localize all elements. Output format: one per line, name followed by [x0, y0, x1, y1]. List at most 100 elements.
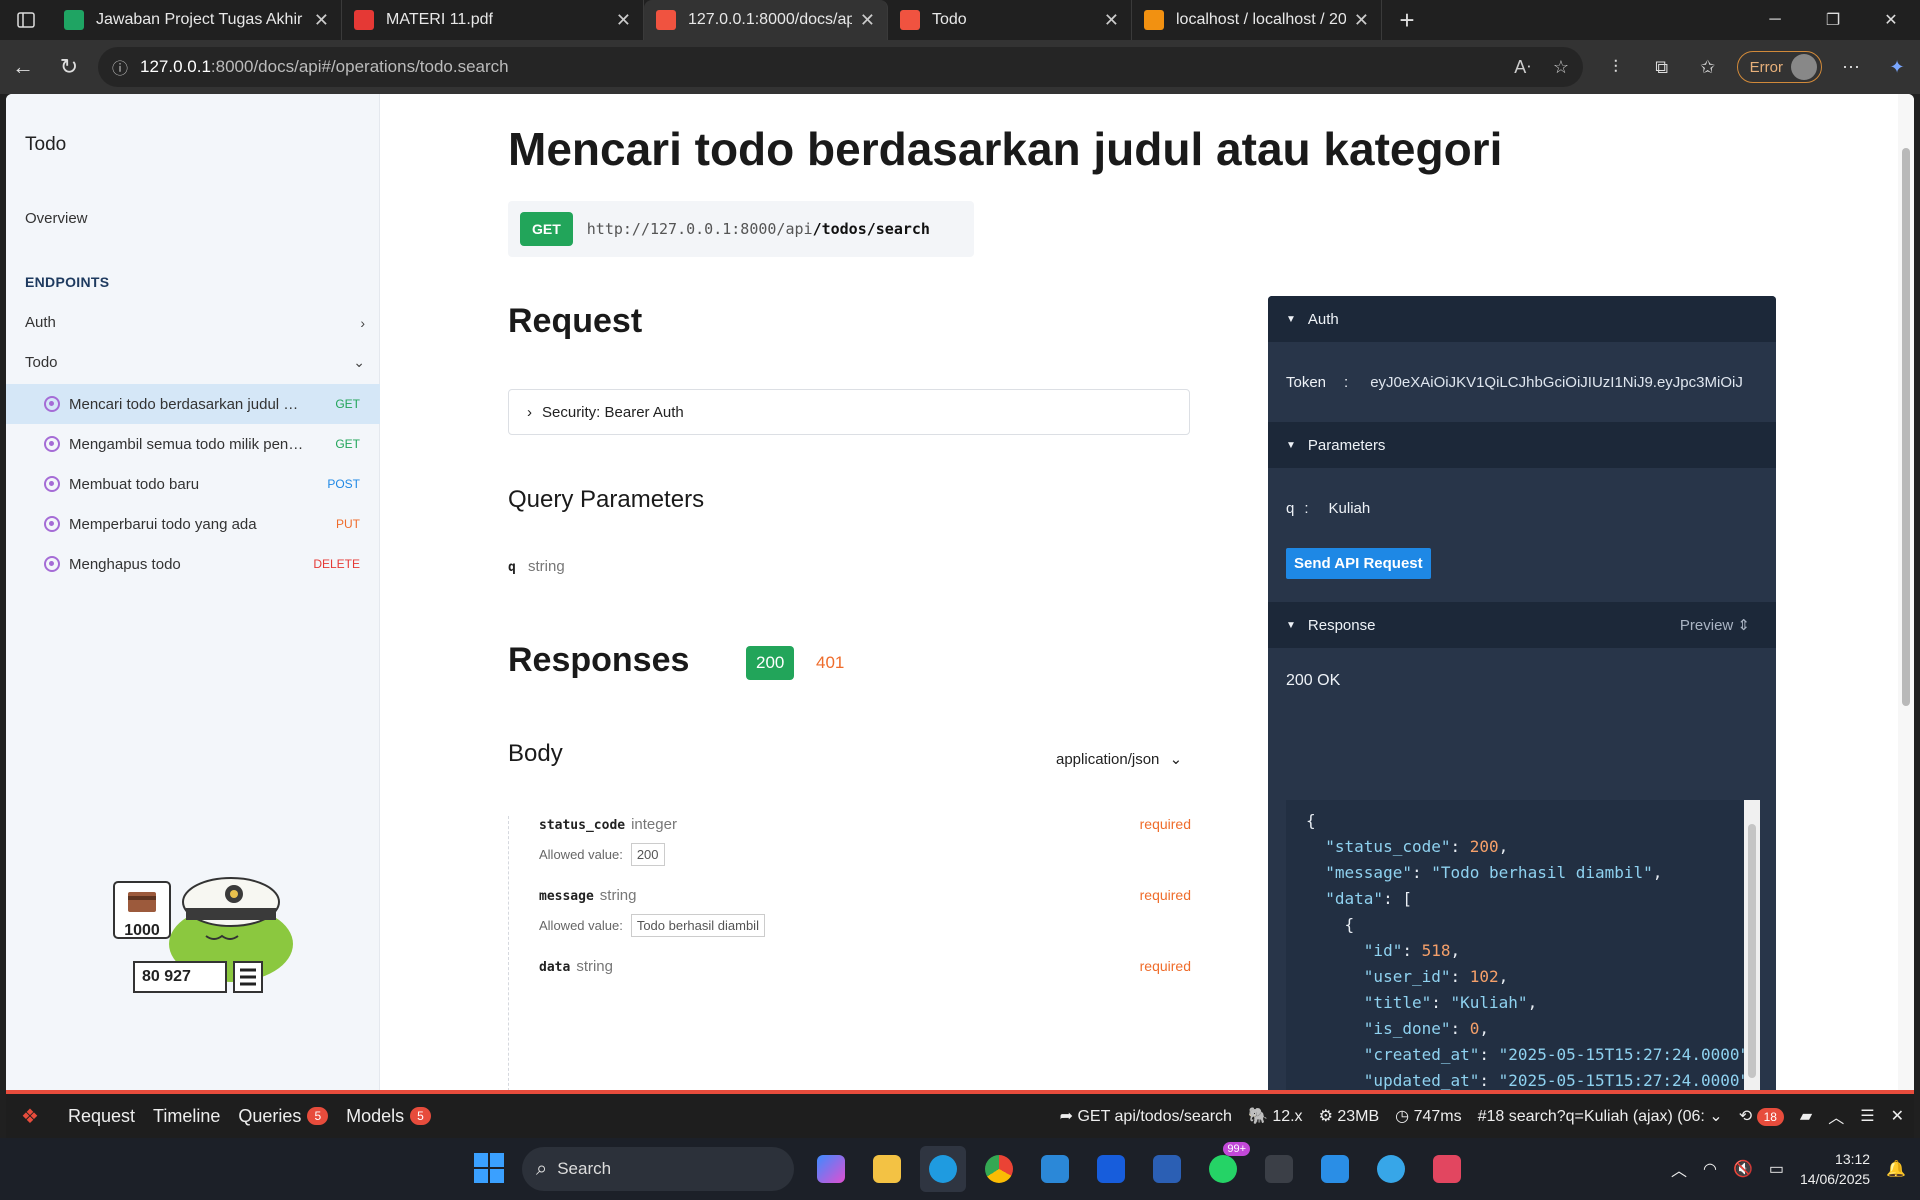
- endpoint-target-icon: [44, 396, 60, 412]
- reload-button[interactable]: ↻: [46, 47, 92, 87]
- new-tab-button[interactable]: +: [1382, 0, 1432, 40]
- more-menu-icon[interactable]: ⋯: [1828, 57, 1874, 78]
- history-count: 18: [1756, 1108, 1784, 1126]
- notifications-icon[interactable]: 🔔: [1886, 1159, 1906, 1179]
- close-tab-icon[interactable]: ✕: [860, 10, 875, 31]
- sidebar-endpoint[interactable]: Membuat todo baru POST: [6, 464, 380, 504]
- store-icon[interactable]: [1032, 1146, 1078, 1192]
- back-button[interactable]: ←: [0, 47, 46, 87]
- request-selector[interactable]: #18 search?q=Kuliah (ajax) (06: ⌄: [1478, 1106, 1723, 1126]
- start-button[interactable]: [474, 1153, 504, 1183]
- minimize-debugbar-icon[interactable]: ︿: [1828, 1104, 1844, 1128]
- browser-tab[interactable]: MATERI 11.pdf ✕: [342, 0, 644, 40]
- token-input[interactable]: eyJ0eXAiOiJKV1QiLCJhbGciOiJIUzI1NiJ9.eyJ…: [1370, 374, 1744, 391]
- endpoint-target-icon: [44, 476, 60, 492]
- duration-text: 747ms: [1413, 1108, 1462, 1125]
- auth-section-header[interactable]: ▼ Auth: [1268, 296, 1776, 342]
- file-explorer-icon[interactable]: [864, 1146, 910, 1192]
- word-icon[interactable]: [1144, 1146, 1190, 1192]
- debugbar-tab-timeline[interactable]: Timeline: [153, 1106, 220, 1127]
- json-scrollbar[interactable]: [1744, 800, 1760, 1092]
- vscode-icon[interactable]: [1312, 1146, 1358, 1192]
- read-aloud-icon[interactable]: Aᐧ: [1514, 57, 1531, 78]
- favorites-icon[interactable]: ✩: [1685, 57, 1731, 78]
- close-tab-icon[interactable]: ✕: [1354, 10, 1369, 31]
- sidebar-endpoint[interactable]: Mencari todo berdasarkan judul atau kate…: [6, 384, 380, 424]
- json-line: "data": [: [1325, 889, 1412, 908]
- volume-muted-icon[interactable]: 🔇: [1733, 1159, 1753, 1179]
- extensions-icon[interactable]: ⧉: [1639, 57, 1685, 78]
- parameters-section-header[interactable]: ▼ Parameters: [1268, 422, 1776, 468]
- close-tab-icon[interactable]: ✕: [314, 10, 329, 31]
- preview-select[interactable]: Preview ⇕: [1680, 616, 1750, 634]
- minimize-button[interactable]: ─: [1746, 0, 1804, 40]
- endpoint-label: Mengambil semua todo milik pengguna: [69, 435, 304, 453]
- terminal-icon[interactable]: [1256, 1146, 1302, 1192]
- php-version-text: 12.x: [1272, 1108, 1303, 1125]
- pet-widget[interactable]: 1000 80 927: [106, 844, 296, 994]
- windows-taskbar: ⌕ Search 99+ ︿ ◠ 🔇 ▭ 13:12 14/06/2025 🔔: [0, 1138, 1920, 1200]
- whatsapp-icon[interactable]: 99+: [1200, 1142, 1250, 1192]
- sidebar-item-overview[interactable]: Overview: [25, 210, 88, 227]
- responses-heading: Responses: [508, 641, 690, 679]
- tab-title: Jawaban Project Tugas Akhir PAM: [96, 11, 306, 28]
- debugbar-tab-models[interactable]: Models 5: [346, 1106, 431, 1127]
- history-button[interactable]: ⟲ 18: [1739, 1106, 1784, 1126]
- sidebar-endpoint[interactable]: Memperbarui todo yang ada PUT: [6, 504, 380, 544]
- debugbar-tab-request[interactable]: Request: [68, 1106, 135, 1127]
- address-bar[interactable]: ⓘ 127.0.0.1 :8000/docs/api#/operations/t…: [98, 47, 1583, 87]
- favorite-star-icon[interactable]: ☆: [1553, 57, 1569, 78]
- allowed-label: Allowed value:: [539, 847, 623, 862]
- snipping-tool-icon[interactable]: [1424, 1146, 1470, 1192]
- sidebar-group-auth[interactable]: Auth ›: [25, 314, 369, 331]
- response-json-viewer[interactable]: { "status_code": 200, "message": "Todo b…: [1286, 800, 1760, 1092]
- response-section-header[interactable]: ▼ Response Preview ⇕: [1268, 602, 1776, 648]
- sidebar-endpoint[interactable]: Mengambil semua todo milik pengguna GET: [6, 424, 380, 464]
- taskbar-search[interactable]: ⌕ Search: [522, 1147, 794, 1191]
- close-tab-icon[interactable]: ✕: [1104, 10, 1119, 31]
- copilot-icon[interactable]: ✦: [1874, 57, 1920, 78]
- restore-button[interactable]: ❐: [1804, 0, 1862, 40]
- laravel-logo-icon[interactable]: ❖: [10, 1104, 50, 1129]
- pet-chest-count: 1000: [124, 922, 160, 939]
- status-tab-200[interactable]: 200: [746, 646, 795, 680]
- clock[interactable]: 13:12 14/06/2025: [1800, 1149, 1870, 1189]
- copilot-app-icon[interactable]: [808, 1146, 854, 1192]
- show-hidden-icons-icon[interactable]: ︿: [1671, 1157, 1687, 1181]
- parameters-section-label: Parameters: [1307, 436, 1386, 454]
- browser-tab[interactable]: Todo ✕: [888, 0, 1132, 40]
- q-input[interactable]: Kuliah: [1329, 500, 1371, 517]
- sidebar-endpoint[interactable]: Menghapus todo DELETE: [6, 544, 380, 584]
- edge-dev-icon[interactable]: [1368, 1146, 1414, 1192]
- sidebar-group-todo[interactable]: Todo ⌄: [25, 354, 369, 371]
- site-info-icon[interactable]: ⓘ: [112, 55, 128, 79]
- close-debugbar-icon[interactable]: ✕: [1891, 1106, 1904, 1126]
- browser-essentials-icon[interactable]: ⫶: [1593, 57, 1639, 78]
- content-type-select[interactable]: application/json ⌄: [1056, 750, 1182, 768]
- wifi-icon[interactable]: ◠: [1703, 1159, 1717, 1179]
- debugbar-tab-count: 5: [410, 1107, 431, 1125]
- battery-icon[interactable]: ▭: [1769, 1159, 1784, 1179]
- browser-tab[interactable]: localhost / localhost / 20220140 ✕: [1132, 0, 1382, 40]
- url-path: :8000/docs/api#/operations/todo.search: [210, 57, 509, 76]
- field-name: data: [539, 960, 571, 975]
- close-window-button[interactable]: ✕: [1862, 0, 1920, 40]
- browser-tab[interactable]: Jawaban Project Tugas Akhir PAM ✕: [52, 0, 342, 40]
- send-api-request-button[interactable]: Send API Request: [1286, 548, 1431, 579]
- profile-error-button[interactable]: Error: [1736, 51, 1822, 83]
- security-toggle[interactable]: › Security: Bearer Auth: [508, 389, 1190, 435]
- endpoint-url: http://127.0.0.1:8000/api/todos/search: [587, 220, 930, 238]
- edge-browser-icon[interactable]: [920, 1146, 966, 1192]
- close-tab-icon[interactable]: ✕: [616, 10, 631, 31]
- page-scrollbar[interactable]: [1898, 94, 1914, 1092]
- debugbar-tab-queries[interactable]: Queries 5: [238, 1106, 329, 1127]
- chrome-icon[interactable]: [976, 1146, 1022, 1192]
- restore-debugbar-icon[interactable]: ☰: [1860, 1106, 1874, 1126]
- open-folder-icon[interactable]: ▰: [1800, 1106, 1812, 1126]
- tab-actions-button[interactable]: [0, 0, 52, 40]
- required-label: required: [1139, 816, 1191, 832]
- status-tab-401[interactable]: 401: [816, 653, 844, 673]
- bitwarden-icon[interactable]: [1088, 1146, 1134, 1192]
- browser-tab[interactable]: 127.0.0.1:8000/docs/api#/operatio ✕: [644, 0, 888, 40]
- query-params-heading: Query Parameters: [508, 486, 705, 513]
